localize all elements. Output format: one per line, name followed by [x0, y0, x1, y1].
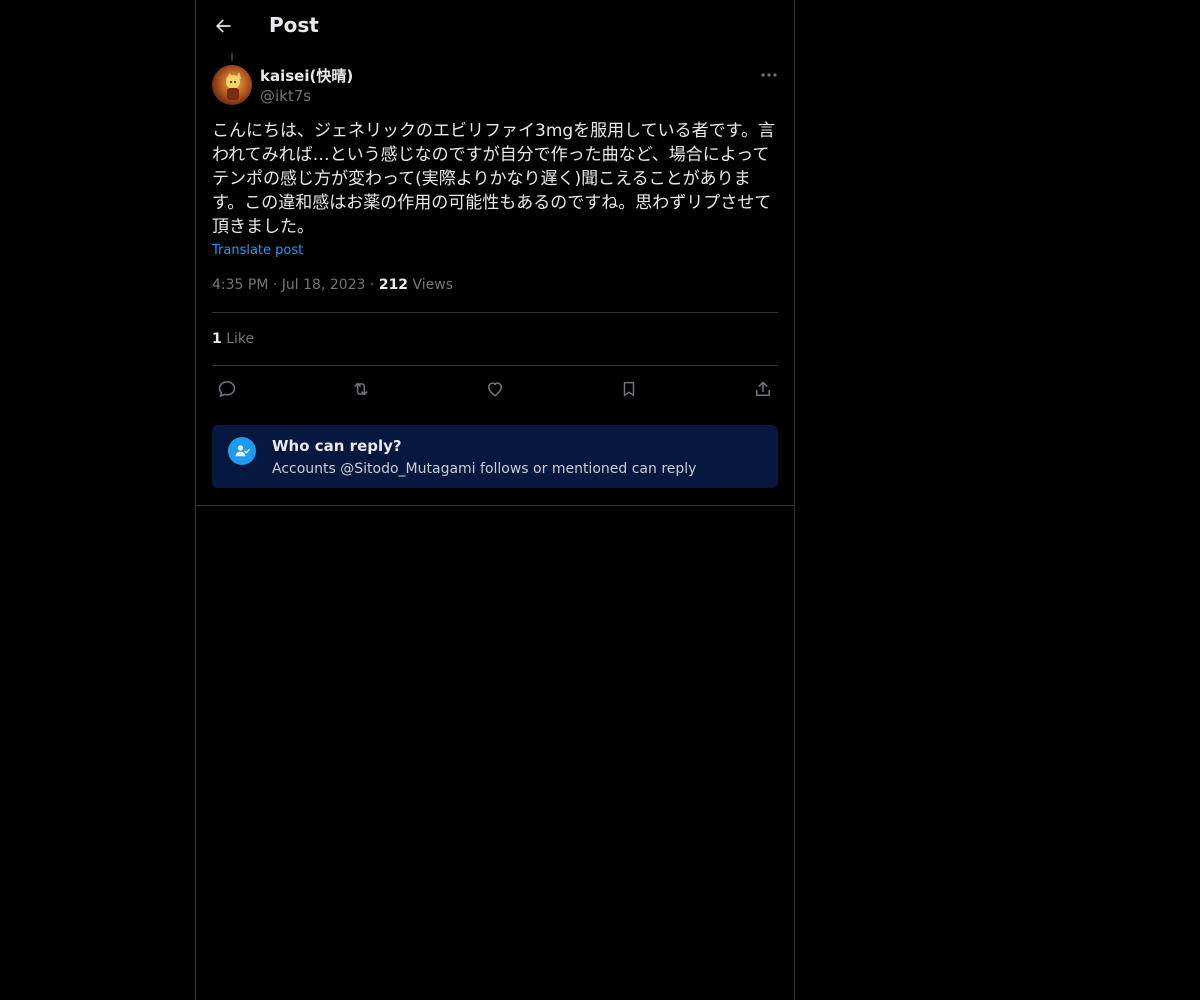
thread-connector-line: [231, 53, 233, 61]
share-icon: [755, 381, 771, 397]
avatar[interactable]: [212, 65, 252, 105]
post-column: Post kaisei(快晴) @ikt7s こんにちは、ジェネリックのエビリフ…: [195, 0, 795, 1000]
arrow-left-icon: [216, 19, 231, 33]
repost-button[interactable]: [346, 374, 376, 404]
post-metadata: 4:35 PM · Jul 18, 2023 · 212 Views: [212, 277, 453, 293]
meta-separator: ·: [369, 277, 375, 293]
likes-summary[interactable]: 1 Like: [212, 331, 254, 347]
post-time[interactable]: 4:35 PM: [212, 277, 268, 293]
likes-label: Like: [226, 331, 255, 347]
reply-icon: [218, 381, 236, 397]
page-title: Post: [269, 13, 319, 37]
reply-button[interactable]: [212, 374, 242, 404]
action-bar: [212, 374, 778, 404]
header: Post: [196, 0, 794, 53]
heart-icon: [488, 382, 502, 397]
more-options-button[interactable]: [756, 64, 782, 86]
bookmark-icon: [623, 381, 635, 397]
post-bottom-border: [196, 505, 794, 506]
reply-restriction-title: Who can reply?: [272, 437, 402, 455]
reply-restriction-subtitle: Accounts @Sitodo_Mutagami follows or men…: [272, 461, 697, 477]
divider: [212, 365, 778, 366]
mention-user-icon: [228, 437, 256, 465]
translate-post-link[interactable]: Translate post: [212, 243, 303, 258]
views-label: Views: [412, 277, 454, 293]
meta-separator: ·: [272, 277, 278, 293]
post-date[interactable]: Jul 18, 2023: [282, 277, 366, 293]
avatar-image: [226, 72, 241, 100]
share-button[interactable]: [748, 374, 778, 404]
back-button[interactable]: [208, 11, 238, 41]
bookmark-button[interactable]: [614, 374, 644, 404]
divider: [212, 312, 778, 313]
reply-restriction-notice: Who can reply? Accounts @Sitodo_Mutagami…: [212, 425, 778, 488]
more-horizontal-icon: [761, 73, 777, 77]
like-button[interactable]: [480, 374, 510, 404]
author-display-name[interactable]: kaisei(快晴): [260, 65, 353, 86]
views-count: 212: [378, 277, 409, 293]
likes-count: 1: [212, 331, 222, 347]
author-handle[interactable]: @ikt7s: [260, 87, 311, 105]
post-text: こんにちは、ジェネリックのエビリファイ3mgを服用している者です。言われてみれば…: [212, 121, 775, 237]
repost-icon: [354, 382, 368, 396]
